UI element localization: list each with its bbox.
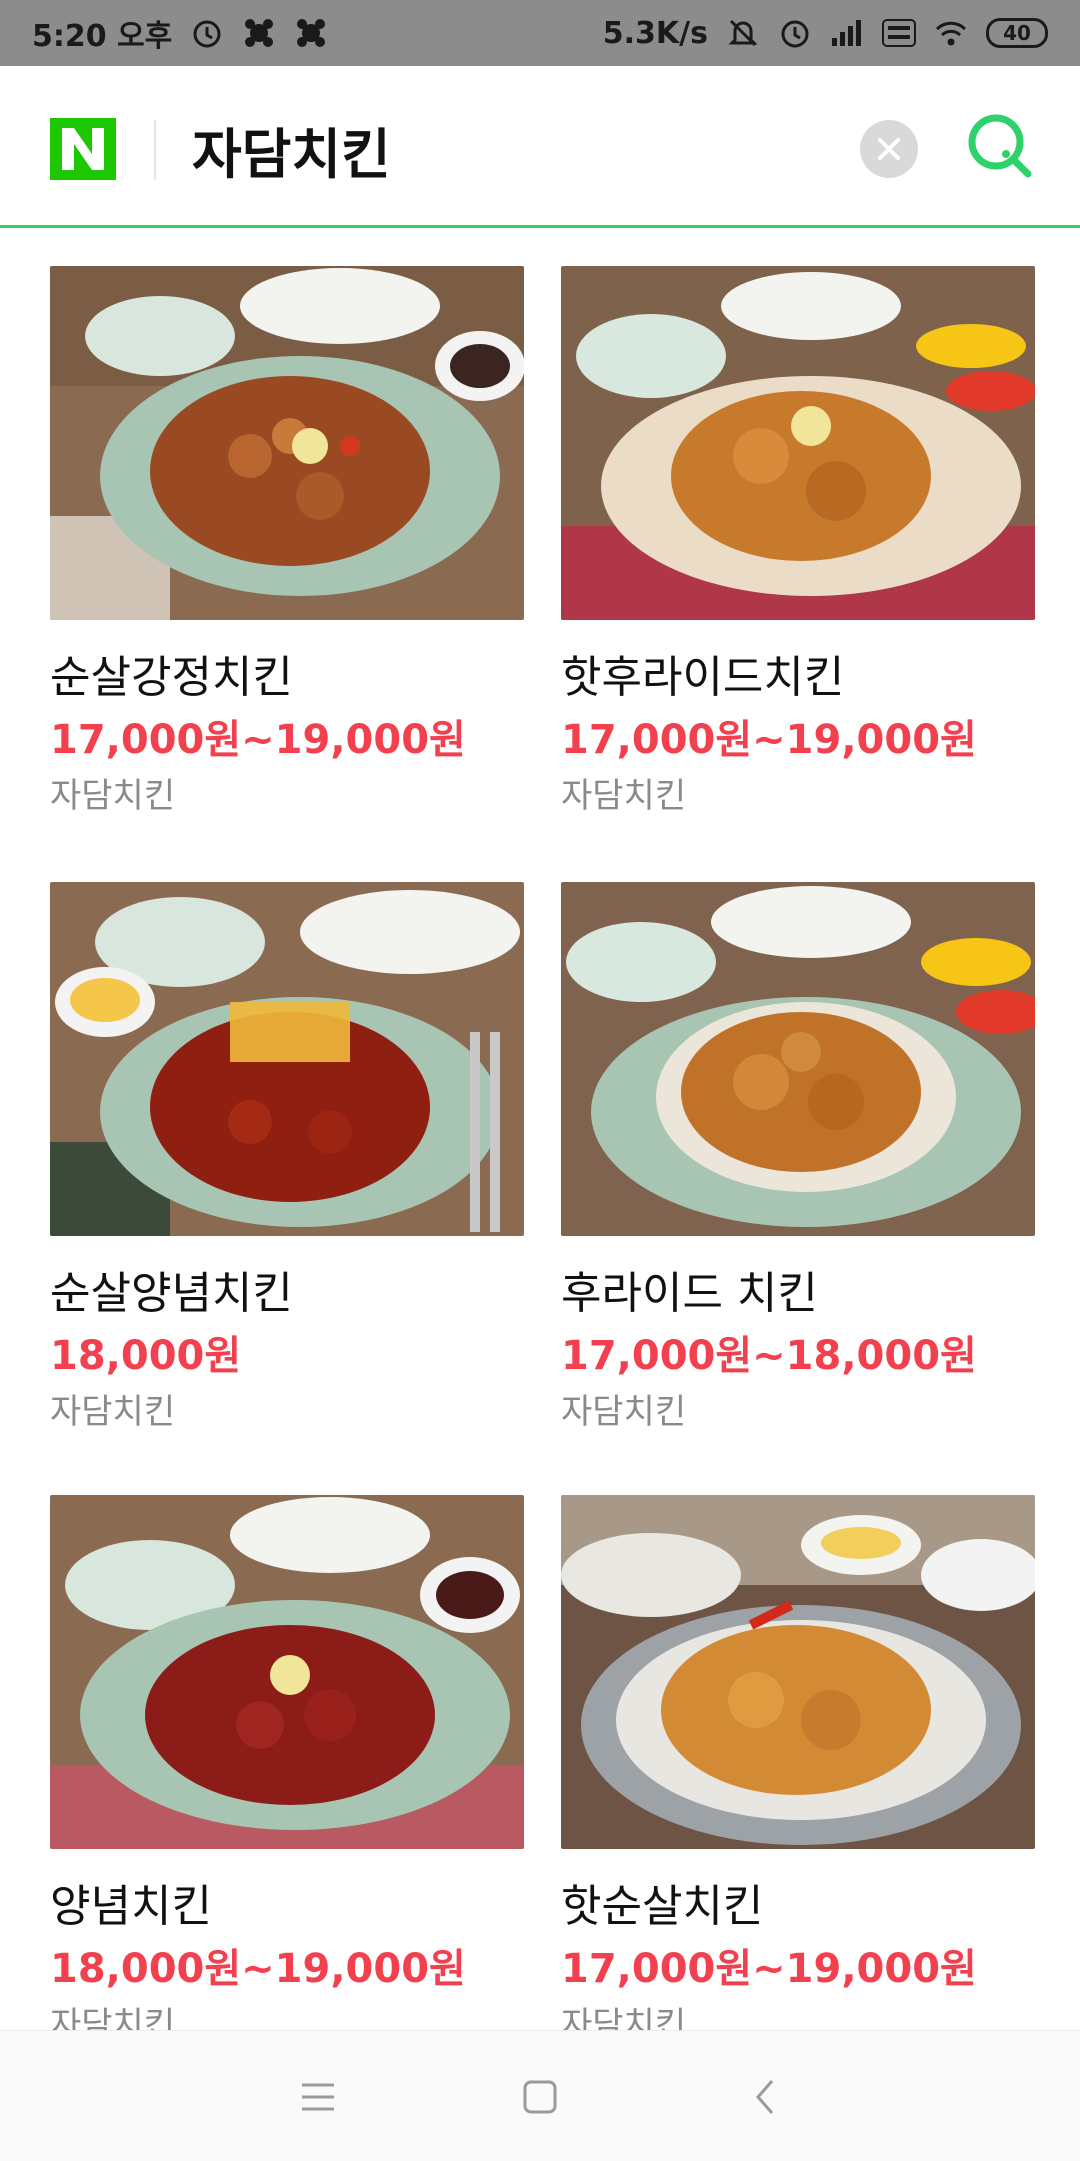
home-button[interactable]	[516, 2073, 564, 2121]
product-price: 17,000원~19,000원	[50, 717, 466, 763]
product-title[interactable]: 순살강정치킨	[50, 650, 524, 706]
battery-icon: 40	[986, 18, 1048, 48]
system-nav-bar	[0, 2030, 1080, 2161]
header-divider	[154, 120, 156, 180]
product-card[interactable]: 핫후라이드치킨 17,000원~19,000원 자담치킨	[561, 266, 1035, 820]
app-icon	[297, 19, 326, 47]
naver-logo[interactable]	[50, 118, 116, 180]
product-image[interactable]	[50, 882, 524, 1236]
product-price: 17,000원~19,000원	[561, 1946, 977, 1992]
app-icon	[245, 19, 274, 47]
home-icon	[523, 2080, 557, 2114]
product-store: 자담치킨	[561, 776, 687, 816]
product-card[interactable]: 양념치킨 18,000원~19,000원 자담치킨	[50, 1495, 524, 2030]
menu-button[interactable]	[294, 2073, 342, 2121]
signal-icon	[832, 20, 861, 46]
product-image[interactable]	[50, 1495, 524, 1849]
product-card[interactable]: 순살양념치킨 18,000원 자담치킨	[50, 882, 524, 1436]
menu-icon	[302, 2083, 334, 2111]
product-store: 자담치킨	[50, 2005, 176, 2030]
alarm-icon	[193, 20, 221, 48]
product-title[interactable]: 순살양념치킨	[50, 1266, 524, 1322]
product-image[interactable]	[561, 1495, 1035, 1849]
product-image[interactable]	[561, 882, 1035, 1236]
network-speed: 5.3K/s	[602, 15, 708, 51]
back-icon	[756, 2080, 774, 2114]
product-store: 자담치킨	[561, 2005, 687, 2030]
product-image[interactable]	[561, 266, 1035, 620]
search-query-text[interactable]: 자담치킨	[192, 110, 391, 189]
product-card[interactable]: 후라이드 치킨 17,000원~18,000원 자담치킨	[561, 882, 1035, 1436]
product-card[interactable]: 순살강정치킨 17,000원~19,000원 자담치킨	[50, 266, 524, 820]
search-header: 자담치킨	[0, 66, 1080, 228]
search-icon	[968, 114, 1032, 178]
product-store: 자담치킨	[50, 1392, 176, 1432]
product-price: 18,000원	[50, 1333, 242, 1379]
status-bar: 5:20 오후 5.3K/s 40	[0, 0, 1080, 66]
volte-icon	[882, 19, 916, 47]
product-price: 17,000원~18,000원	[561, 1333, 977, 1379]
product-price: 17,000원~19,000원	[561, 717, 977, 763]
n-logo-icon	[62, 128, 104, 170]
product-image[interactable]	[50, 266, 524, 620]
product-store: 자담치킨	[561, 1392, 687, 1432]
product-title[interactable]: 후라이드 치킨	[561, 1266, 1035, 1322]
wifi-icon	[935, 21, 967, 46]
product-price: 18,000원~19,000원	[50, 1946, 466, 1992]
product-title[interactable]: 양념치킨	[50, 1879, 524, 1935]
mute-icon	[728, 19, 758, 47]
alarm-icon	[781, 20, 809, 48]
close-icon	[878, 138, 900, 160]
product-store: 자담치킨	[50, 776, 176, 816]
status-time: 5:20 오후	[32, 19, 173, 54]
product-title[interactable]: 핫순살치킨	[561, 1879, 1035, 1935]
product-grid: 순살강정치킨 17,000원~19,000원 자담치킨 핫후라이드치킨 17,0…	[0, 230, 1080, 2030]
back-button[interactable]	[742, 2073, 790, 2121]
clear-search-button[interactable]	[860, 120, 918, 178]
search-button[interactable]	[962, 108, 1038, 184]
product-title[interactable]: 핫후라이드치킨	[561, 650, 1035, 706]
product-card[interactable]: 핫순살치킨 17,000원~19,000원 자담치킨	[561, 1495, 1035, 2030]
